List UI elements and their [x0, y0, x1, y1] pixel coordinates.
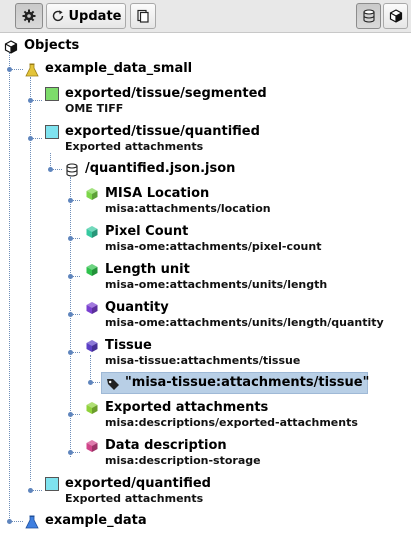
tree-item-title: MISA Location — [105, 186, 210, 201]
tree-item-label: "misa-tissue:attachments/tissue" — [125, 375, 370, 390]
tree-item-subtitle: Exported attachments — [65, 492, 204, 505]
expand-handle[interactable] — [28, 136, 33, 141]
toolbar: Update — [0, 0, 411, 33]
cube-icon — [85, 262, 99, 281]
tree-item-title: Length unit — [105, 262, 190, 277]
color-swatch — [45, 125, 59, 139]
tag-icon — [106, 376, 120, 395]
tree-item-label: /quantified.json.json — [85, 161, 236, 176]
cube-icon — [85, 400, 99, 419]
clipboard-icon — [136, 9, 150, 23]
expand-handle[interactable] — [7, 519, 12, 524]
tree-item-label: example_data — [45, 513, 147, 528]
tree-item-label: example_data_small — [45, 61, 193, 76]
tree-item-title: Tissue — [105, 338, 152, 353]
tree-item-label: Objects — [24, 38, 80, 53]
color-swatch — [45, 477, 59, 491]
color-swatch — [45, 87, 59, 101]
expand-handle[interactable] — [68, 274, 73, 279]
tree-item-title: Quantity — [105, 300, 169, 315]
tree-item-subtitle: Exported attachments — [65, 140, 204, 153]
tree-item-title: exported/quantified — [65, 476, 211, 491]
expand-handle[interactable] — [48, 167, 53, 172]
expand-handle[interactable] — [68, 412, 73, 417]
tree-guide — [50, 153, 51, 168]
copy-button[interactable] — [130, 3, 156, 29]
database-view-button[interactable] — [356, 3, 381, 29]
tree-item-subtitle: misa:attachments/location — [105, 202, 271, 215]
cube-icon — [85, 438, 99, 457]
expand-handle[interactable] — [68, 312, 73, 317]
expand-handle[interactable] — [88, 380, 93, 385]
tree-item-title: exported/tissue/segmented — [65, 86, 267, 101]
tree-guide — [90, 355, 91, 383]
flask-icon — [25, 62, 39, 81]
tree-guide — [9, 53, 10, 520]
tree-item-subtitle: misa-ome:attachments/pixel-count — [105, 240, 322, 253]
cube-icon — [85, 338, 99, 357]
update-label: Update — [68, 8, 122, 24]
object-tree: Objects example_data_small exported/tiss… — [0, 33, 411, 541]
cube-icon — [85, 300, 99, 319]
expand-handle[interactable] — [68, 450, 73, 455]
tree-item-subtitle: misa-tissue:attachments/tissue — [105, 354, 301, 367]
refresh-icon — [51, 9, 65, 23]
cube-icon — [85, 224, 99, 243]
flask-icon — [25, 514, 39, 533]
cube-view-button[interactable] — [383, 3, 408, 29]
expand-handle[interactable] — [68, 236, 73, 241]
expand-handle[interactable] — [28, 488, 33, 493]
tree-item-subtitle: misa-ome:attachments/units/length/quanti… — [105, 316, 384, 329]
database-icon — [362, 9, 376, 23]
cube-icon — [85, 186, 99, 205]
database-icon — [65, 162, 79, 181]
expand-handle[interactable] — [68, 198, 73, 203]
tree-item-subtitle: OME TIFF — [65, 102, 124, 115]
settings-button[interactable] — [15, 3, 43, 29]
cube-icon — [389, 9, 403, 23]
tree-item-title: Pixel Count — [105, 224, 189, 239]
tree-item-subtitle: misa:description-storage — [105, 454, 261, 467]
tree-item-subtitle: misa:descriptions/exported-attachments — [105, 416, 358, 429]
tree-item-subtitle: misa-ome:attachments/units/length — [105, 278, 328, 291]
tree-item-title: Exported attachments — [105, 400, 269, 415]
expand-handle[interactable] — [28, 98, 33, 103]
update-button[interactable]: Update — [46, 3, 126, 29]
tree-item-title: exported/tissue/quantified — [65, 124, 260, 139]
expand-handle[interactable] — [68, 350, 73, 355]
gear-icon — [22, 9, 36, 23]
expand-handle[interactable] — [7, 67, 12, 72]
tree-item-title: Data description — [105, 438, 227, 453]
cube-icon — [4, 39, 18, 58]
